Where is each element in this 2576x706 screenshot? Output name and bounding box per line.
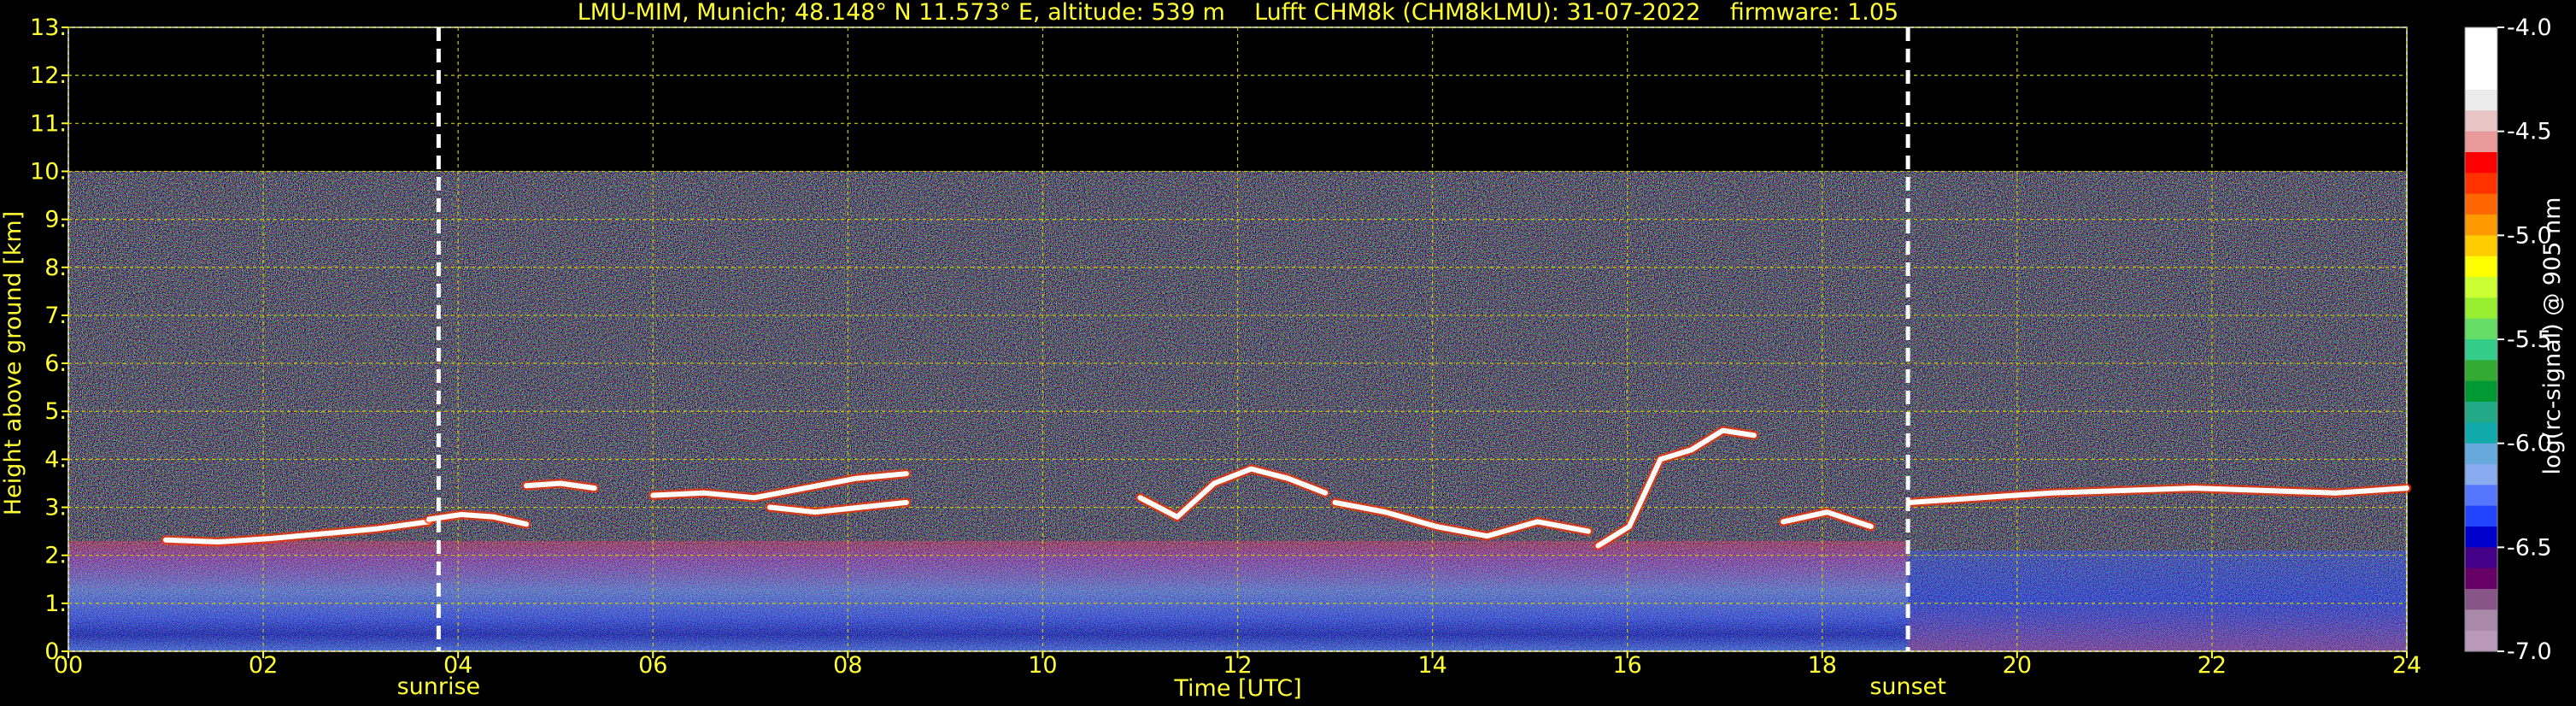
y-tick-label: 5.: [44, 398, 67, 425]
colorbar-segment: [2465, 609, 2497, 632]
colorbar-tick-label: -7.0: [2507, 638, 2552, 665]
chart-title: LMU-MIM, Munich; 48.148° N 11.573° E, al…: [578, 0, 1898, 26]
colorbar-segment: [2465, 173, 2497, 195]
y-tick-label: 4.: [44, 446, 67, 473]
colorbar-segment: [2465, 360, 2497, 382]
colorbar-segment: [2465, 318, 2497, 340]
colorbar-segment: [2465, 568, 2497, 590]
y-tick-label: 1.: [44, 591, 67, 617]
y-tick-label: 13.: [30, 15, 67, 41]
colorbar-segment: [2465, 380, 2497, 403]
x-tick-label: 06: [638, 652, 667, 679]
y-axis-label: Height above ground [km]: [0, 211, 26, 515]
x-tick-label: 02: [249, 652, 278, 679]
y-tick-label: 0.: [44, 638, 67, 665]
colorbar-segment: [2465, 256, 2497, 278]
y-tick-label: 12.: [30, 62, 67, 89]
colorbar-segment: [2465, 402, 2497, 423]
colorbar-segment: [2465, 630, 2497, 652]
x-axis-label: Time [UTC]: [1173, 675, 1301, 702]
y-tick-label: 2.: [44, 543, 67, 569]
colorbar-segment: [2465, 527, 2497, 548]
colorbar-segment: [2465, 277, 2497, 298]
y-tick-label: 7.: [44, 303, 67, 329]
x-tick-label: 24: [2392, 652, 2421, 679]
colorbar-segment: [2465, 297, 2497, 320]
colorbar-segment: [2465, 422, 2497, 444]
colorbar-segment: [2465, 68, 2497, 91]
colorbar-segment: [2465, 193, 2497, 215]
y-axis-ticks: 0. 1. 2. 3. 4. 5. 6. 7. 8. 9. 10. 11. 12. 13.: [30, 15, 68, 665]
x-tick-label: 20: [2003, 652, 2032, 679]
colorbar-segment: [2465, 443, 2497, 465]
colorbar-segment: [2465, 547, 2497, 569]
colorbar-segment: [2465, 131, 2497, 153]
x-tick-label: 10: [1028, 652, 1057, 679]
colorbar-segment: [2465, 505, 2497, 527]
y-tick-label: 11.: [30, 110, 67, 137]
colorbar-segment: [2465, 152, 2497, 174]
y-tick-label: 8.: [44, 255, 67, 281]
sunset-label: sunset: [1869, 674, 1946, 700]
y-tick-label: 6.: [44, 350, 67, 377]
x-tick-label: 22: [2198, 652, 2227, 679]
colorbar-segment: [2465, 90, 2497, 111]
colorbar-tick-label: -4.5: [2507, 119, 2552, 145]
x-tick-label: 14: [1417, 652, 1446, 679]
y-tick-label: 10.: [30, 158, 67, 185]
x-tick-label: 04: [443, 652, 472, 679]
colorbar-segment: [2465, 27, 2497, 49]
colorbar-segment: [2465, 464, 2497, 485]
colorbar-segment: [2465, 215, 2497, 236]
y-tick-label: 3.: [44, 495, 67, 521]
colorbar-segment: [2465, 339, 2497, 361]
ceilometer-chart: sunrise sunset 00 02 04 06 08 10 12 14 16 18 20 22 24…: [0, 0, 2566, 702]
x-tick-label: 16: [1612, 652, 1641, 679]
colorbar-tick-label: -6.5: [2507, 534, 2552, 561]
colorbar-segment: [2465, 48, 2497, 70]
colorbar-segment: [2465, 110, 2497, 132]
colorbar-segment: [2465, 485, 2497, 507]
colorbar-label: log(rc-signal) @ 905 nm: [2539, 197, 2566, 475]
colorbar-segment: [2465, 589, 2497, 610]
colorbar-segment: [2465, 235, 2497, 257]
colorbar-tick-label: -4.0: [2507, 15, 2552, 41]
x-tick-label: 08: [833, 652, 862, 679]
x-tick-label: 18: [1808, 652, 1837, 679]
y-tick-label: 9.: [44, 207, 67, 233]
plot-area: [67, 26, 2408, 652]
